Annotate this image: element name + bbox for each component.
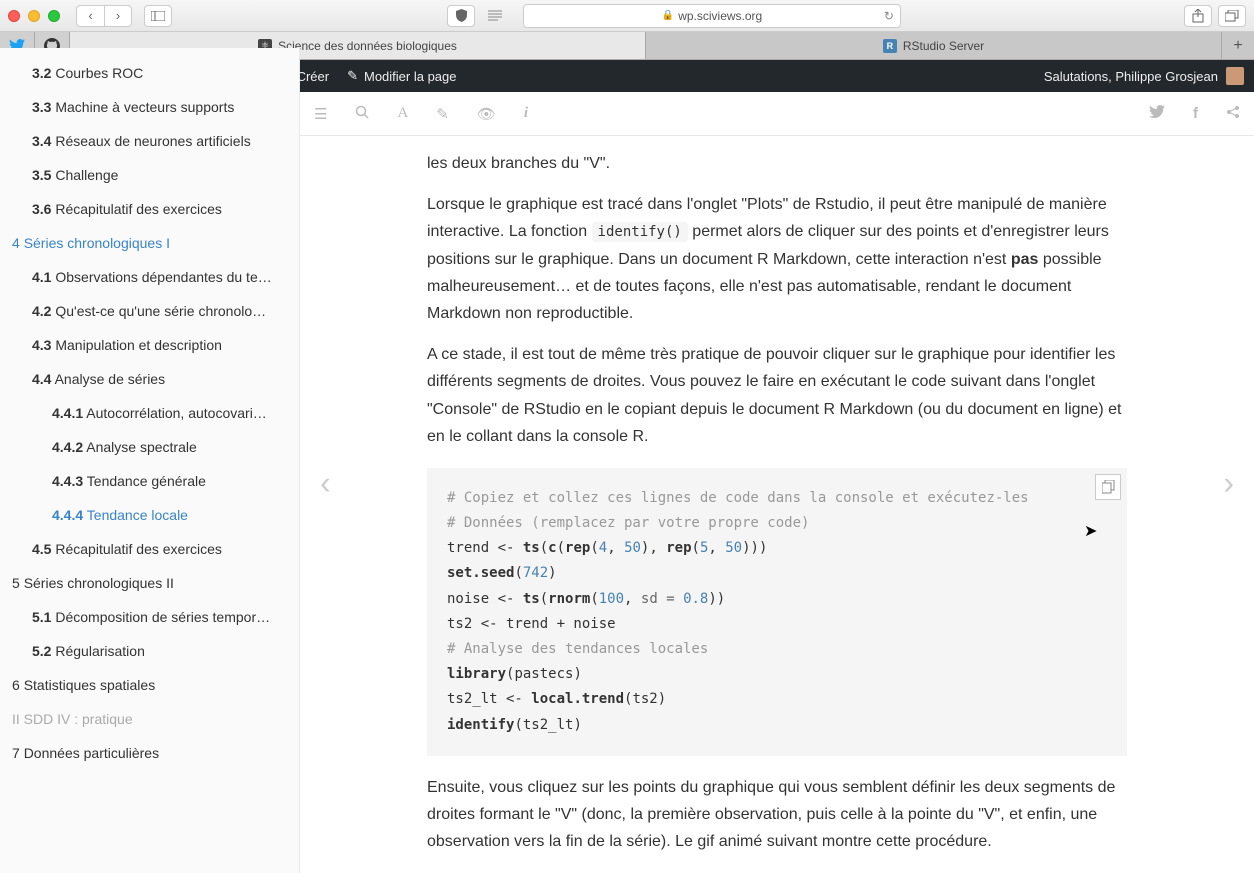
inline-code-identify: identify() <box>592 222 688 242</box>
privacy-shield-button[interactable] <box>447 5 475 27</box>
facebook-share-icon[interactable]: f <box>1193 105 1198 123</box>
shield-icon <box>456 9 467 22</box>
reload-icon[interactable]: ↻ <box>884 9 894 23</box>
share-all-icon[interactable] <box>1226 105 1240 123</box>
tab2-label: RStudio Server <box>903 39 984 53</box>
prev-page-arrow[interactable]: ‹ <box>320 464 331 501</box>
toc-item-3-4[interactable]: 3.4 Réseaux de neurones artificiels <box>0 124 299 158</box>
share-button[interactable] <box>1184 5 1212 27</box>
toc-item-3-6[interactable]: 3.6 Récapitulatif des exercices <box>0 192 299 226</box>
search-icon[interactable] <box>355 105 369 123</box>
toc-chapter-7[interactable]: 7 Données particulières <box>0 736 299 770</box>
share-icon <box>1192 9 1204 23</box>
wp-edit-label: Modifier la page <box>364 69 457 84</box>
paragraph-tail: les deux branches du "V". <box>427 150 1127 177</box>
toc-item-3-3[interactable]: 3.3 Machine à vecteurs supports <box>0 90 299 124</box>
copy-code-button[interactable] <box>1095 474 1121 500</box>
toc-item-3-5[interactable]: 3.5 Challenge <box>0 158 299 192</box>
code-block: # Copiez et collez ces lignes de code da… <box>427 468 1127 756</box>
safari-toolbar: ‹ › 🔒 wp.sciviews.org ↻ <box>0 0 1254 32</box>
sidebar-toggle-button[interactable] <box>144 5 172 27</box>
twitter-share-icon[interactable] <box>1149 105 1165 123</box>
browser-tab-2[interactable]: R RStudio Server <box>646 32 1222 59</box>
new-tab-button[interactable]: + <box>1222 32 1254 59</box>
toc-chapter-5[interactable]: 5 Séries chronologiques II <box>0 566 299 600</box>
toc-toggle-icon[interactable]: ☰ <box>314 105 327 123</box>
view-icon[interactable]: 👁 <box>477 105 496 123</box>
toc-sidebar[interactable]: 3.2 Courbes ROC 3.3 Machine à vecteurs s… <box>0 48 300 873</box>
toc-item-4-4[interactable]: 4.4 Analyse de séries <box>0 362 299 396</box>
wp-greeting[interactable]: Salutations, Philippe Grosjean <box>1044 69 1218 84</box>
copy-icon <box>1102 480 1115 494</box>
toc-item-5-1[interactable]: 5.1 Décomposition de séries tempor… <box>0 600 299 634</box>
url-host: wp.sciviews.org <box>678 9 762 23</box>
window-controls <box>8 10 60 22</box>
nav-buttons: ‹ › <box>76 5 132 27</box>
paragraph-next: Ensuite, vous cliquez sur les points du … <box>427 774 1127 856</box>
reader-button[interactable] <box>481 5 509 27</box>
toc-item-4-4-4[interactable]: 4.4.4 Tendance locale <box>0 498 299 532</box>
toc-item-4-4-2[interactable]: 4.4.2 Analyse spectrale <box>0 430 299 464</box>
tabs-button[interactable] <box>1218 5 1246 27</box>
toc-item-5-2[interactable]: 5.2 Régularisation <box>0 634 299 668</box>
toc-item-4-3[interactable]: 4.3 Manipulation et description <box>0 328 299 362</box>
reader-icon <box>488 10 502 21</box>
toc-item-4-1[interactable]: 4.1 Observations dépendantes du te… <box>0 260 299 294</box>
info-icon[interactable]: i <box>524 105 528 122</box>
toc-item-4-5[interactable]: 4.5 Récapitulatif des exercices <box>0 532 299 566</box>
tabs-icon <box>1225 10 1239 22</box>
paragraph-instructions: A ce stade, il est tout de même très pra… <box>427 341 1127 450</box>
toc-item-3-2[interactable]: 3.2 Courbes ROC <box>0 56 299 90</box>
tab1-label: Science des données biologiques <box>278 39 457 53</box>
pencil-icon: ✎ <box>347 68 358 84</box>
paragraph-identify: Lorsque le graphique est tracé dans l'on… <box>427 191 1127 327</box>
toc-part-2: II SDD IV : pratique <box>0 702 299 736</box>
back-button[interactable]: ‹ <box>76 5 104 27</box>
toc-chapter-4[interactable]: 4 Séries chronologiques I <box>0 226 299 260</box>
toc-item-4-4-3[interactable]: 4.4.3 Tendance générale <box>0 464 299 498</box>
font-icon[interactable]: A <box>397 105 408 122</box>
next-page-arrow[interactable]: › <box>1223 464 1234 501</box>
wp-create-label: Créer <box>297 69 330 84</box>
sidebar-icon <box>151 11 165 21</box>
minimize-window-button[interactable] <box>28 10 40 22</box>
wp-edit-link[interactable]: ✎ Modifier la page <box>347 68 456 84</box>
tab2-favicon: R <box>883 39 897 53</box>
url-bar[interactable]: 🔒 wp.sciviews.org ↻ <box>523 4 901 28</box>
close-window-button[interactable] <box>8 10 20 22</box>
book-toolbar: ☰ A ✎ 👁 i f <box>300 92 1254 136</box>
maximize-window-button[interactable] <box>48 10 60 22</box>
lock-icon: 🔒 <box>662 10 674 21</box>
toc-item-4-2[interactable]: 4.2 Qu'est-ce qu'une série chronolo… <box>0 294 299 328</box>
edit-icon[interactable]: ✎ <box>436 105 449 123</box>
toc-chapter-6[interactable]: 6 Statistiques spatiales <box>0 668 299 702</box>
wp-avatar[interactable] <box>1226 67 1244 85</box>
toc-item-4-4-1[interactable]: 4.4.1 Autocorrélation, autocovari… <box>0 396 299 430</box>
forward-button[interactable]: › <box>104 5 132 27</box>
main-content: les deux branches du "V". Lorsque le gra… <box>367 150 1187 873</box>
